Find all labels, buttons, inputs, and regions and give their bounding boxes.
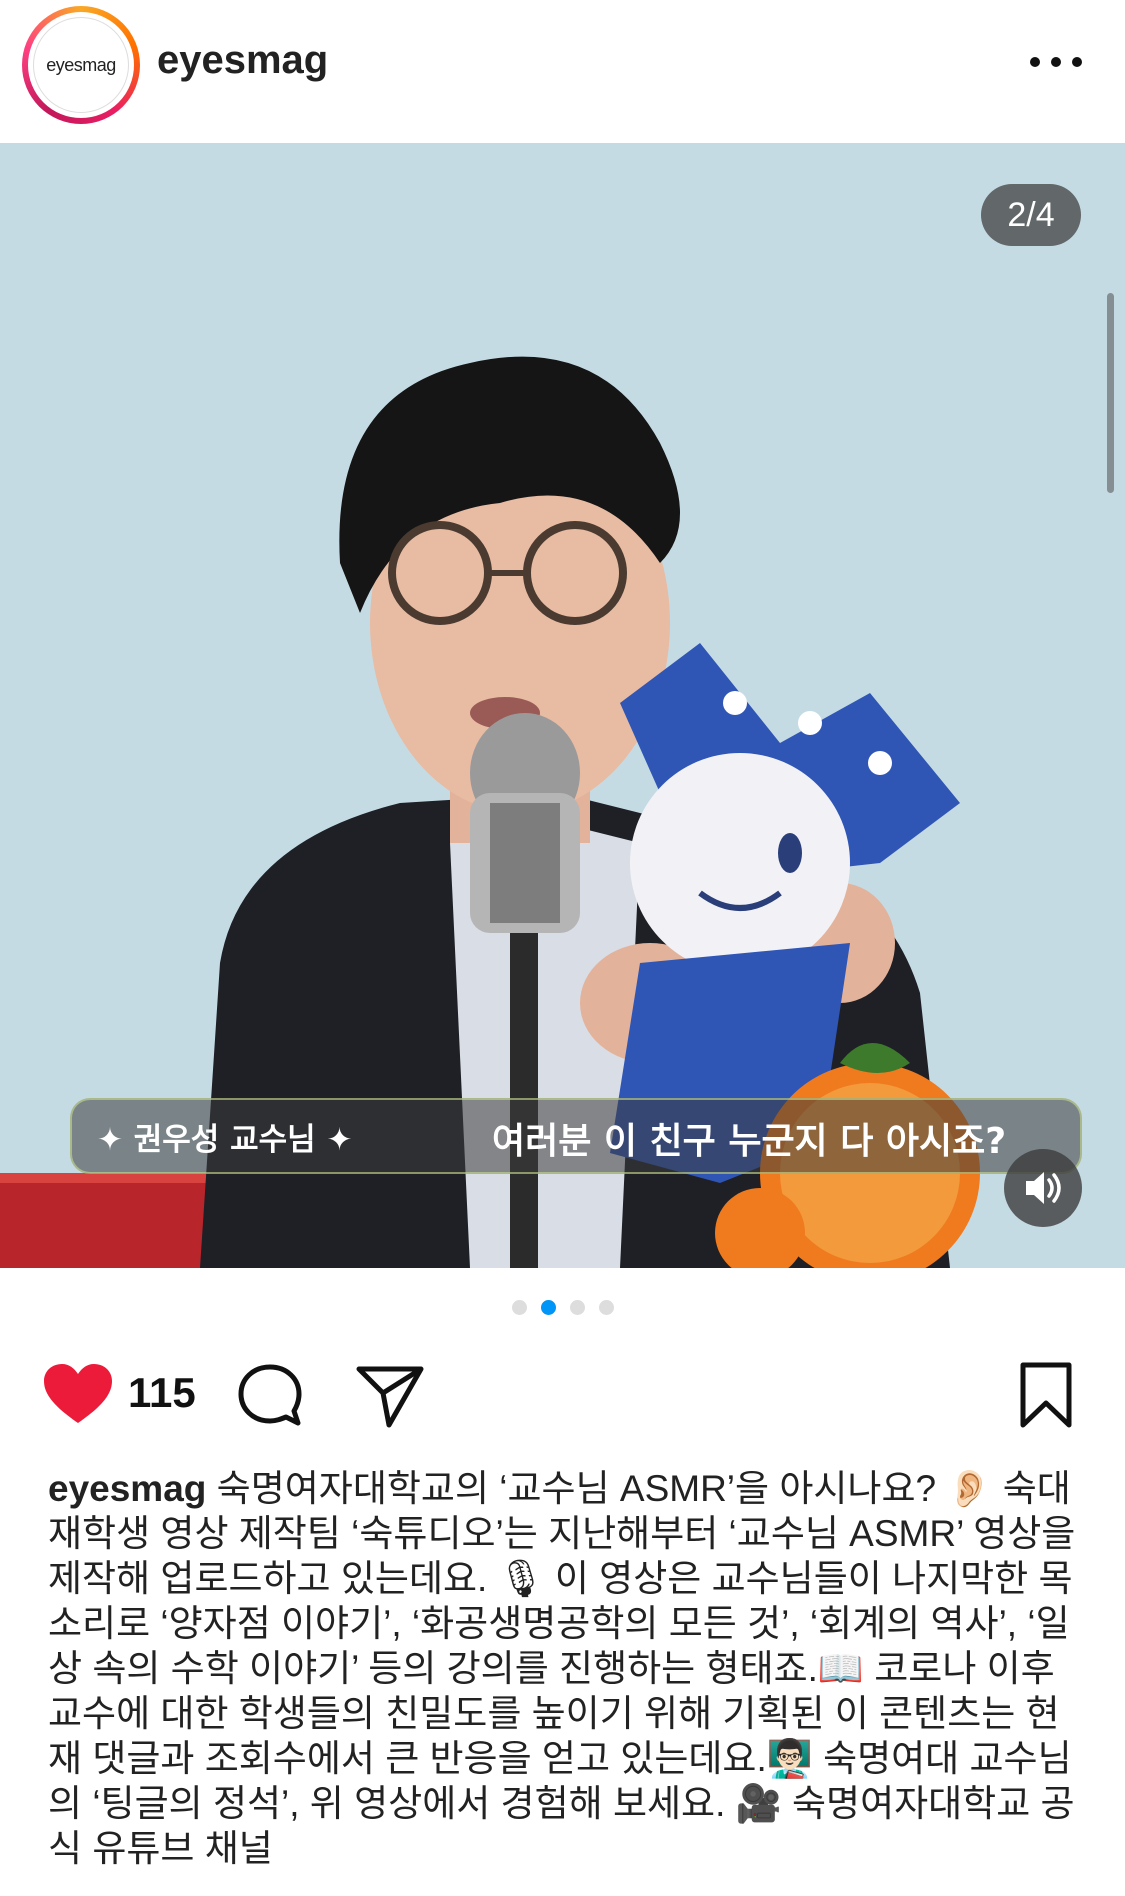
subtitle-text: 여러분 이 친구 누군지 다 아시죠? — [492, 1121, 1007, 1162]
subtitle-speaker: ✦ 권우성 교수님 ✦ — [97, 1122, 353, 1158]
mascot-face — [630, 753, 850, 973]
action-bar: 115 — [0, 1355, 1125, 1435]
scrollbar[interactable] — [1107, 293, 1114, 493]
volume-button[interactable] — [1004, 1149, 1082, 1227]
volume-icon — [1026, 1172, 1061, 1204]
post-header: eyesmag eyesmag — [0, 0, 1125, 143]
pagination-dot-active[interactable] — [540, 1300, 556, 1315]
pagination-dot[interactable] — [598, 1300, 614, 1315]
avatar[interactable]: eyesmag — [33, 17, 129, 113]
post-username[interactable]: eyesmag — [157, 38, 328, 83]
heart-icon[interactable] — [42, 1363, 114, 1427]
bookmark-icon[interactable] — [1018, 1361, 1074, 1429]
pagination-dot[interactable] — [569, 1300, 585, 1315]
story-ring[interactable]: eyesmag — [22, 6, 140, 124]
subtitle-bar: ✦ 권우성 교수님 ✦ 여러분 이 친구 누군지 다 아시죠? — [70, 1098, 1082, 1174]
post-caption: eyesmag 숙명여자대학교의 ‘교수님 ASMR’을 아시나요? 👂🏻 숙대… — [48, 1466, 1088, 1871]
share-icon[interactable] — [355, 1363, 425, 1429]
caption-username[interactable]: eyesmag — [48, 1468, 206, 1509]
pagination-dot[interactable] — [511, 1300, 527, 1315]
more-icon[interactable] — [1030, 45, 1090, 79]
carousel-counter: 2/4 — [981, 184, 1081, 246]
comment-icon[interactable] — [235, 1361, 305, 1431]
like-count[interactable]: 115 — [128, 1369, 196, 1417]
post-media[interactable]: 2/4 ✦ 권우성 교수님 ✦ 여러분 이 친구 누군지 다 아시죠? — [0, 143, 1125, 1268]
avatar-text: eyesmag — [46, 54, 116, 75]
caption-text: 숙명여자대학교의 ‘교수님 ASMR’을 아시나요? 👂🏻 숙대 재학생 영상 … — [48, 1468, 1076, 1869]
carousel-pagination — [0, 1300, 1125, 1320]
